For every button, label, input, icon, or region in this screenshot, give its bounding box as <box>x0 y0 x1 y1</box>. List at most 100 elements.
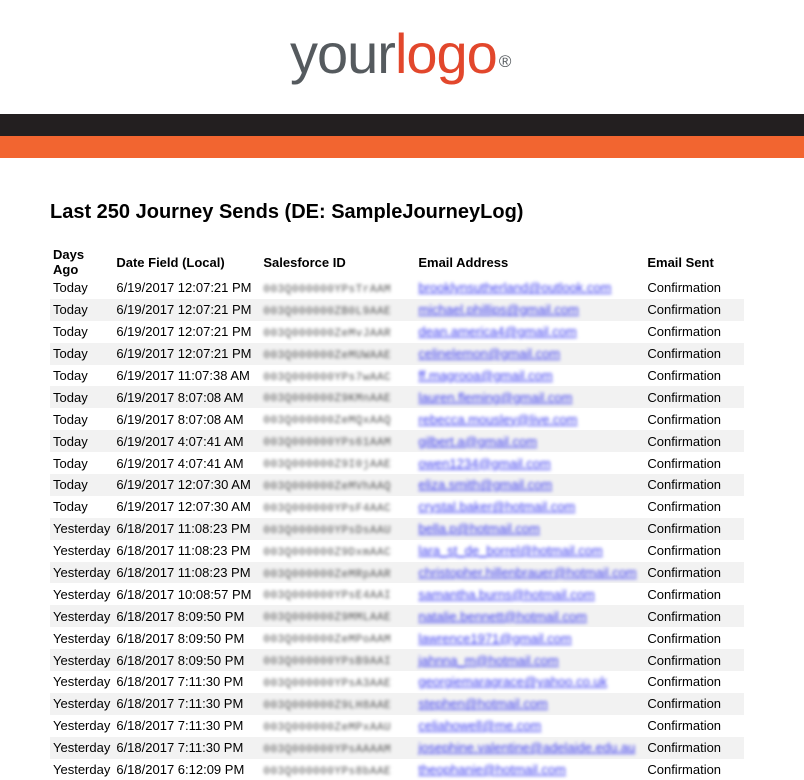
salesforce-id-cell: 003Q000000Z9MMLAAE <box>263 612 392 625</box>
table-row: Today 6/19/2017 8:07:08 AM 003Q000000ZeMQx… <box>50 408 744 430</box>
date-cell: 6/19/2017 12:07:21 PM <box>113 277 260 299</box>
email-link[interactable]: christopher.hillenbrauer@hotmail.com <box>418 565 636 580</box>
email-link[interactable]: georgiemaragrace@yahoo.co.uk <box>418 674 607 689</box>
salesforce-id-cell: 003Q000000ZeMPxAAU <box>263 721 392 734</box>
email-sent-cell: Confirmation <box>647 521 722 537</box>
days-ago-cell: Today <box>53 346 88 362</box>
email-link[interactable]: stephen@hotmail.com <box>418 696 548 711</box>
days-ago-cell: Yesterday <box>53 630 111 646</box>
email-sent-cell: Confirmation <box>644 561 745 584</box>
table-row: Yesterday 6/18/2017 7:11:30 PM 003Q000000Z… <box>50 715 744 737</box>
salesforce-id-cell: 003Q000000YPsAAAAM <box>260 736 416 759</box>
email-sent-cell: Confirmation <box>644 605 745 628</box>
email-link[interactable]: lauren.fleming@gmail.com <box>418 390 572 405</box>
date-cell: 6/19/2017 12:07:30 AM <box>116 477 251 493</box>
email-sent-cell: Confirmation <box>644 671 744 693</box>
salesforce-id-cell: 003Q000000YPsDsAAU <box>263 524 392 537</box>
email-cell: lauren.fleming@gmail.com <box>415 386 645 409</box>
days-ago-cell: Yesterday <box>50 605 114 628</box>
days-ago-cell: Today <box>53 455 88 471</box>
email-sent-cell: Confirmation <box>644 540 744 562</box>
date-cell: 6/19/2017 4:07:41 AM <box>116 433 244 449</box>
email-sent-cell: Confirmation <box>647 565 722 581</box>
date-cell: 6/18/2017 8:09:50 PM <box>116 630 245 646</box>
days-ago-cell: Yesterday <box>53 696 111 712</box>
days-ago-cell: Today <box>50 321 113 343</box>
email-link[interactable]: ff.magrooa@gmail.com <box>418 368 552 383</box>
email-link[interactable]: celinelemon@gmail.com <box>418 346 560 361</box>
email-link[interactable]: jahnna_m@hotmail.com <box>418 653 558 668</box>
email-link[interactable]: michael.phillips@gmail.com <box>418 302 579 317</box>
email-sent-cell: Confirmation <box>644 692 745 715</box>
table-row: Today 6/19/2017 12:07:30 AM 003Q000000YPsF… <box>50 496 744 518</box>
table-row: Today 6/19/2017 12:07:21 PM 003Q000000ZB0L… <box>50 298 745 321</box>
email-sent-cell: Confirmation <box>644 452 744 474</box>
date-cell: 6/18/2017 11:08:23 PM <box>116 543 251 559</box>
email-link[interactable]: samantha.burns@hotmail.com <box>418 587 595 602</box>
email-sent-cell: Confirmation <box>647 280 722 296</box>
email-link[interactable]: dean.america4@gmail.com <box>418 324 576 339</box>
email-link[interactable]: owen1234@gmail.com <box>418 456 550 471</box>
email-link[interactable]: lara_st_de_borrel@hotmail.com <box>418 543 602 558</box>
days-ago-cell: Yesterday <box>53 565 111 581</box>
date-cell: 6/19/2017 12:07:30 AM <box>113 474 261 496</box>
email-sent-cell: Confirmation <box>647 652 722 668</box>
email-sent-cell: Confirmation <box>644 496 744 518</box>
days-ago-cell: Yesterday <box>53 586 111 602</box>
email-link[interactable]: crystal.baker@hotmail.com <box>418 499 575 514</box>
date-cell: 6/18/2017 11:08:23 PM <box>116 565 251 581</box>
email-link[interactable]: natalie.bennett@hotmail.com <box>418 609 587 624</box>
email-sent-cell: Confirmation <box>647 433 722 449</box>
email-cell: rebecca.mousley@live.com <box>415 408 644 430</box>
email-cell: brooklynsutherland@outlook.com <box>415 277 644 299</box>
email-sent-cell: Confirmation <box>647 499 722 515</box>
email-cell: lara_st_de_borrel@hotmail.com <box>415 540 644 562</box>
days-ago-cell: Today <box>53 433 88 449</box>
date-cell: 6/19/2017 4:07:41 AM <box>116 455 244 471</box>
header-logo-area: yourlogo ® <box>0 0 804 114</box>
days-ago-cell: Today <box>53 477 88 493</box>
email-link[interactable]: theophanie@hotmail.com <box>418 762 566 777</box>
date-cell: 6/18/2017 8:09:50 PM <box>113 605 261 628</box>
email-cell: michael.phillips@gmail.com <box>415 298 645 321</box>
table-row: Today 6/19/2017 12:07:21 PM 003Q000000ZeMv… <box>50 321 744 343</box>
table-row: Yesterday 6/18/2017 7:11:30 PM 003Q000000Y… <box>50 671 744 693</box>
date-cell: 6/18/2017 11:08:23 PM <box>113 540 260 562</box>
email-sent-cell: Confirmation <box>644 649 745 672</box>
column-header-email-sent: Email Sent <box>647 254 714 270</box>
email-cell: georgiemaragrace@yahoo.co.uk <box>415 671 644 693</box>
salesforce-id-cell: 003Q000000YPsE4AAI <box>263 590 392 603</box>
table-row: Yesterday 6/18/2017 8:09:50 PM 003Q000000Z… <box>50 627 744 649</box>
date-cell: 6/18/2017 11:08:23 PM <box>116 521 251 537</box>
email-sent-cell: Confirmation <box>647 543 722 559</box>
salesforce-id-cell: 003Q000000ZeMPoAAM <box>260 627 415 649</box>
salesforce-id-cell: 003Q000000ZeMvJAAR <box>260 321 415 343</box>
email-link[interactable]: josephine.valentine@adelaide.edu.au <box>418 740 635 755</box>
table-row: Yesterday 6/18/2017 7:11:30 PM 003Q000000Z… <box>50 692 745 715</box>
date-cell: 6/19/2017 8:07:08 AM <box>116 411 244 427</box>
email-link[interactable]: gilbert.a@gmail.com <box>418 434 537 449</box>
email-link[interactable]: lawrence1971@gmail.com <box>418 631 571 646</box>
salesforce-id-cell: 003Q000000YPs61AAM <box>260 430 416 453</box>
email-sent-cell: Confirmation <box>647 477 722 493</box>
email-link[interactable]: bella.p@hotmail.com <box>418 521 540 536</box>
salesforce-id-cell: 003Q000000ZB0L9AAE <box>260 298 416 321</box>
days-ago-cell: Yesterday <box>50 627 113 649</box>
days-ago-cell: Yesterday <box>50 540 113 562</box>
email-link[interactable]: celiahowell@me.com <box>418 718 541 733</box>
days-ago-cell: Today <box>50 408 113 430</box>
days-ago-cell: Today <box>50 386 114 409</box>
email-cell: eliza.smith@gmail.com <box>415 474 645 496</box>
date-cell: 6/18/2017 7:11:30 PM <box>116 718 244 734</box>
email-link[interactable]: rebecca.mousley@live.com <box>418 412 577 427</box>
email-sent-cell: Confirmation <box>647 302 722 318</box>
salesforce-id-cell: 003Q000000ZeMUWAAE <box>260 342 416 365</box>
days-ago-cell: Today <box>53 411 88 427</box>
days-ago-cell: Yesterday <box>53 652 111 668</box>
email-link[interactable]: eliza.smith@gmail.com <box>418 477 552 492</box>
days-ago-cell: Yesterday <box>50 759 113 780</box>
email-sent-cell: Confirmation <box>644 386 745 409</box>
days-ago-cell: Today <box>53 324 88 340</box>
email-link[interactable]: brooklynsutherland@outlook.com <box>418 280 611 295</box>
email-sent-cell: Confirmation <box>644 365 744 387</box>
